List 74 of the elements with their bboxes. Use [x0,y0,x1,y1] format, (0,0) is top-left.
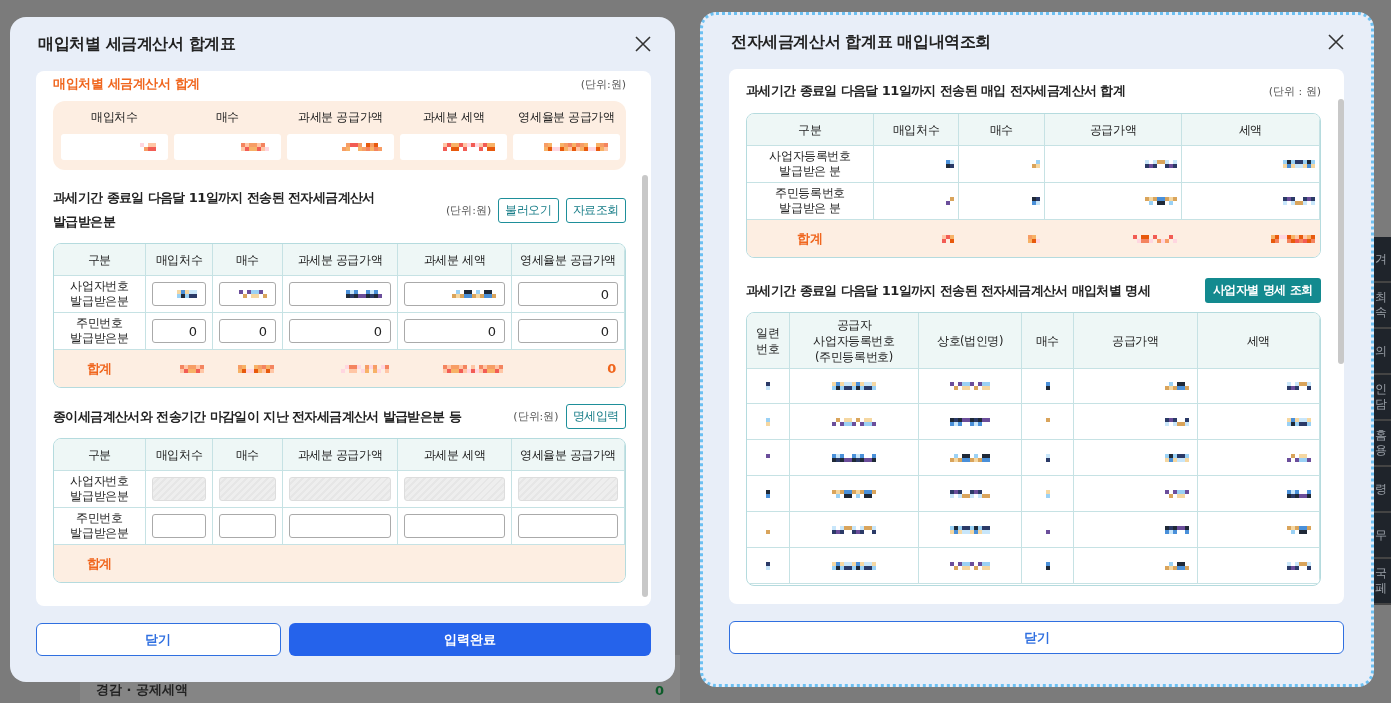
column-header: 영세율분 공급가액 [512,439,625,471]
input-field[interactable]: 0 [518,282,618,306]
lookup-button[interactable]: 사업자별 명세 조회 [1204,278,1321,303]
column-header: 과세분 세액 [398,439,512,471]
column-header: 과세분 공급가액 [283,439,398,471]
input-field[interactable] [219,514,276,538]
input-field[interactable]: 0 [404,319,505,343]
column-header: 구분 [54,439,146,471]
outline-button[interactable]: 명세입력 [565,404,626,429]
column-header: 일련 번호 [747,313,790,369]
unit-label: (단위:원) [445,202,492,218]
input-field[interactable] [518,514,618,538]
unit-label: (단위:원) [580,76,626,92]
column-header: 매입처수 [146,244,213,276]
deduction-value: 0 [654,682,664,698]
row-label: 사업자번호 발급받은분 [54,471,146,508]
section-title: 종이세금계산서와 전송기간 마감일이 지난 전자세금계산서 발급받은분 등 [53,407,461,426]
column-header: 과세분 공급가액 [283,244,398,276]
input-field[interactable] [219,282,276,306]
column-header: 세액 [1182,114,1320,146]
input-field[interactable] [404,282,505,306]
section-title: 과세기간 종료일 다음달 11일까지 전송된 전자세금계산서 발급받은분 [53,189,376,231]
scrollbar[interactable] [1338,99,1344,364]
outline-button[interactable]: 불러오기 [498,197,559,223]
dialog-title: 전자세금계산서 합계표 매입내역조회 [731,31,991,53]
close-icon[interactable] [635,36,651,52]
section-title: 매입처별 세금계산서 합계 [53,75,200,93]
column-header: 매입처수 [146,439,213,471]
input-field[interactable]: 0 [289,319,391,343]
input-field[interactable] [152,282,206,306]
summary-label: 영세율분 공급가액 [518,110,615,125]
scrollbar[interactable] [642,175,648,597]
input-field[interactable] [404,514,505,538]
section-title: 과세기간 종료일 다음달 11일까지 전송된 매입 전자세금계산서 합계 [746,82,1126,100]
column-header: 영세율분 공급가액 [512,244,625,276]
summary-label: 과세분 공급가액 [298,110,383,125]
row-label: 사업자번호 발급받은분 [54,276,146,313]
total-label: 합계 [54,545,146,582]
input-field[interactable] [289,282,391,306]
total-label: 합계 [747,220,874,257]
deduction-label: 경감 · 공제세액 [96,681,188,699]
submit-button[interactable]: 입력완료 [288,623,651,656]
section-title: 과세기간 종료일 다음달 11일까지 전송된 전자세금계산서 매입처별 명세 [746,281,1150,300]
column-header: 매수 [959,114,1045,146]
unit-label: (단위:원) [513,409,559,424]
input-field[interactable] [289,514,391,538]
column-header: 공급가액 [1074,313,1198,369]
input-field[interactable]: 0 [518,319,618,343]
column-header: 공급가액 [1045,114,1182,146]
close-icon[interactable] [1328,34,1344,50]
column-header: 매수 [213,244,283,276]
column-header: 매수 [213,439,283,471]
close-button[interactable]: 닫기 [36,623,281,656]
column-header: 매입처수 [874,114,959,146]
unit-label: (단위 : 원) [1268,83,1321,99]
summary-label: 매입처수 [91,110,138,125]
column-header: 구분 [747,114,874,146]
summary-label: 과세분 세액 [422,110,485,125]
outline-button[interactable]: 자료조회 [565,197,626,223]
column-header: 구분 [54,244,146,276]
dialog-title: 매입처별 세금계산서 합계표 [38,33,236,55]
input-field[interactable]: 0 [152,319,206,343]
input-field[interactable]: 0 [219,319,276,343]
column-header: 매수 [1022,313,1074,369]
total-label: 합계 [54,350,146,387]
column-header: 세액 [1198,313,1320,369]
input-field[interactable] [152,514,206,538]
summary-label: 매수 [215,110,240,125]
total-value: 0 [607,361,616,376]
column-header: 과세분 세액 [398,244,512,276]
column-header: 공급자 사업자등록번호 (주민등록번호) [790,313,919,369]
row-label: 사업자등록번호 발급받은 분 [747,146,874,183]
column-header: 상호(법인명) [919,313,1022,369]
close-button[interactable]: 닫기 [729,621,1344,654]
